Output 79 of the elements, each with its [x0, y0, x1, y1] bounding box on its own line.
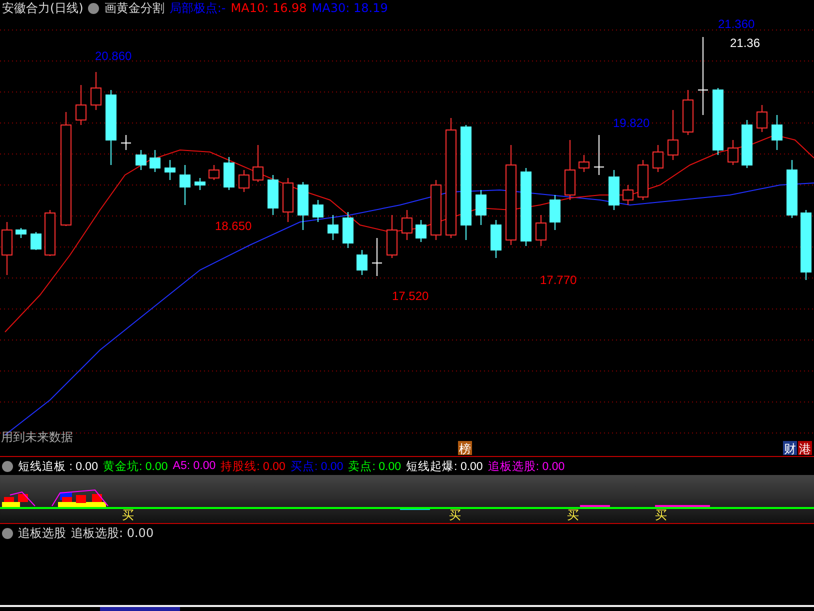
candlestick [268, 174, 278, 216]
candlestick [594, 134, 604, 176]
candlestick [208, 164, 220, 180]
price-label: 19.820 [613, 116, 650, 130]
candlestick [298, 182, 308, 230]
scrollbar[interactable] [0, 605, 814, 611]
candlestick [120, 134, 132, 150]
candlestick [430, 180, 442, 240]
stock-title: 安徽合力(日线) [2, 0, 84, 16]
candlestick [668, 110, 678, 160]
candlestick [490, 220, 502, 258]
candlestick [550, 194, 560, 230]
candlestick [476, 190, 486, 226]
candlestick [756, 104, 768, 132]
candlestick [30, 232, 42, 250]
indicator-value: 追板选股: 0.00 [488, 460, 565, 474]
buy-signal: 买 [567, 508, 579, 522]
buy-signal: 买 [449, 508, 461, 522]
candlestick [536, 214, 546, 246]
buy-signal: 买 [122, 508, 134, 522]
scroll-thumb[interactable] [100, 607, 180, 611]
buy-signal: 买 [655, 508, 667, 522]
candlestick [76, 84, 86, 126]
candlestick [342, 212, 354, 248]
candlestick [728, 140, 738, 166]
candlestick [386, 214, 398, 258]
candlestick [150, 150, 160, 172]
candlestick [622, 184, 634, 206]
candlestick [194, 178, 206, 190]
price-label: 17.770 [540, 273, 577, 287]
candlestick [328, 214, 338, 240]
candlestick [356, 250, 368, 276]
candlestick [800, 210, 812, 280]
candlestick [164, 160, 176, 180]
indicator-value: 黄金坑: 0.00 [102, 459, 168, 474]
indicator-value: 短线追板 : 0.00 [18, 460, 98, 474]
candlestick [772, 114, 782, 150]
candlestick [742, 120, 752, 168]
indicator-value: 局部极点:- [169, 0, 226, 16]
candlestick [712, 88, 724, 156]
indicator-value: 持股线: 0.00 [220, 460, 286, 474]
badge[interactable]: 财 [783, 441, 797, 456]
candlestick [252, 144, 264, 182]
candlestick [16, 228, 26, 238]
candlestick [312, 200, 324, 222]
candlestick [638, 160, 648, 200]
candlestick [136, 150, 146, 170]
candlestick [224, 156, 234, 190]
candlestick [90, 72, 102, 110]
candlestick [238, 170, 250, 192]
candlestick [564, 140, 576, 200]
price-label: 18.650 [215, 219, 252, 233]
candlestick [372, 238, 382, 276]
badge[interactable]: 港 [798, 441, 812, 456]
panel-name: 追板选股 [18, 524, 66, 542]
candlestick [786, 160, 798, 218]
indicator-value: 追板选股: 0.00 [71, 524, 154, 542]
indicator-value: A5: 0.00 [172, 460, 216, 472]
price-label: 17.520 [392, 289, 429, 303]
indicator-name[interactable]: 画黄金分割 [104, 0, 164, 16]
price-label: 21.36 [730, 36, 760, 50]
candlestick [416, 220, 426, 242]
candlestick [180, 164, 190, 206]
badge[interactable]: 榜 [458, 441, 472, 456]
candlestick [578, 154, 590, 172]
indicator-value: 卖点: 0.00 [348, 460, 402, 474]
indicator-value: 买点: 0.00 [290, 460, 344, 474]
price-label: 21.360 [718, 17, 755, 31]
indicator-value: 短线起爆: 0.00 [406, 460, 483, 474]
candlestick [402, 210, 412, 240]
indicator-value: MA30: 18.19 [312, 1, 388, 15]
candlestick [44, 210, 56, 256]
price-label: 20.860 [95, 49, 132, 63]
candlestick [682, 90, 694, 136]
candlestick [652, 144, 664, 172]
candlestick [608, 170, 620, 210]
candlestick [282, 178, 294, 222]
indicator-value: MA10: 16.98 [230, 1, 307, 15]
warning-text: 用到未来数据 [1, 430, 73, 444]
